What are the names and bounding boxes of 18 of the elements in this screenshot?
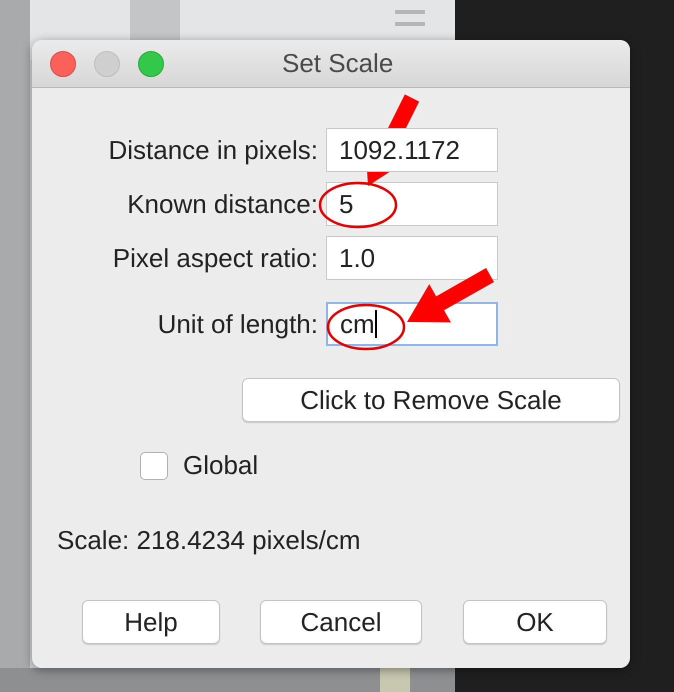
scale-text: Scale: 218.4234 pixels/cm <box>57 524 362 557</box>
input-field[interactable]: 1.0 <box>326 236 498 280</box>
dialog-button[interactable]: OK <box>463 600 607 644</box>
input-field[interactable]: 1092.1172 <box>326 128 498 172</box>
global-label: Global <box>183 449 258 482</box>
input-field[interactable]: 5 <box>326 182 498 226</box>
window-title: Set Scale <box>282 47 394 80</box>
field-value: 1092.1172 <box>339 134 460 166</box>
dialog-button[interactable]: Help <box>82 600 220 644</box>
field-value: 5 <box>339 188 354 220</box>
field-label: Known distance: <box>126 188 318 220</box>
field-label: Unit of length: <box>156 308 318 340</box>
dialog-button[interactable]: Cancel <box>260 600 422 644</box>
field-value: cm <box>340 308 375 340</box>
field-label: Distance in pixels: <box>107 134 318 166</box>
field-label: Pixel aspect ratio: <box>112 242 318 274</box>
field-value: 1.0 <box>339 242 376 274</box>
remove-scale-button[interactable]: Click to Remove Scale <box>242 378 620 422</box>
